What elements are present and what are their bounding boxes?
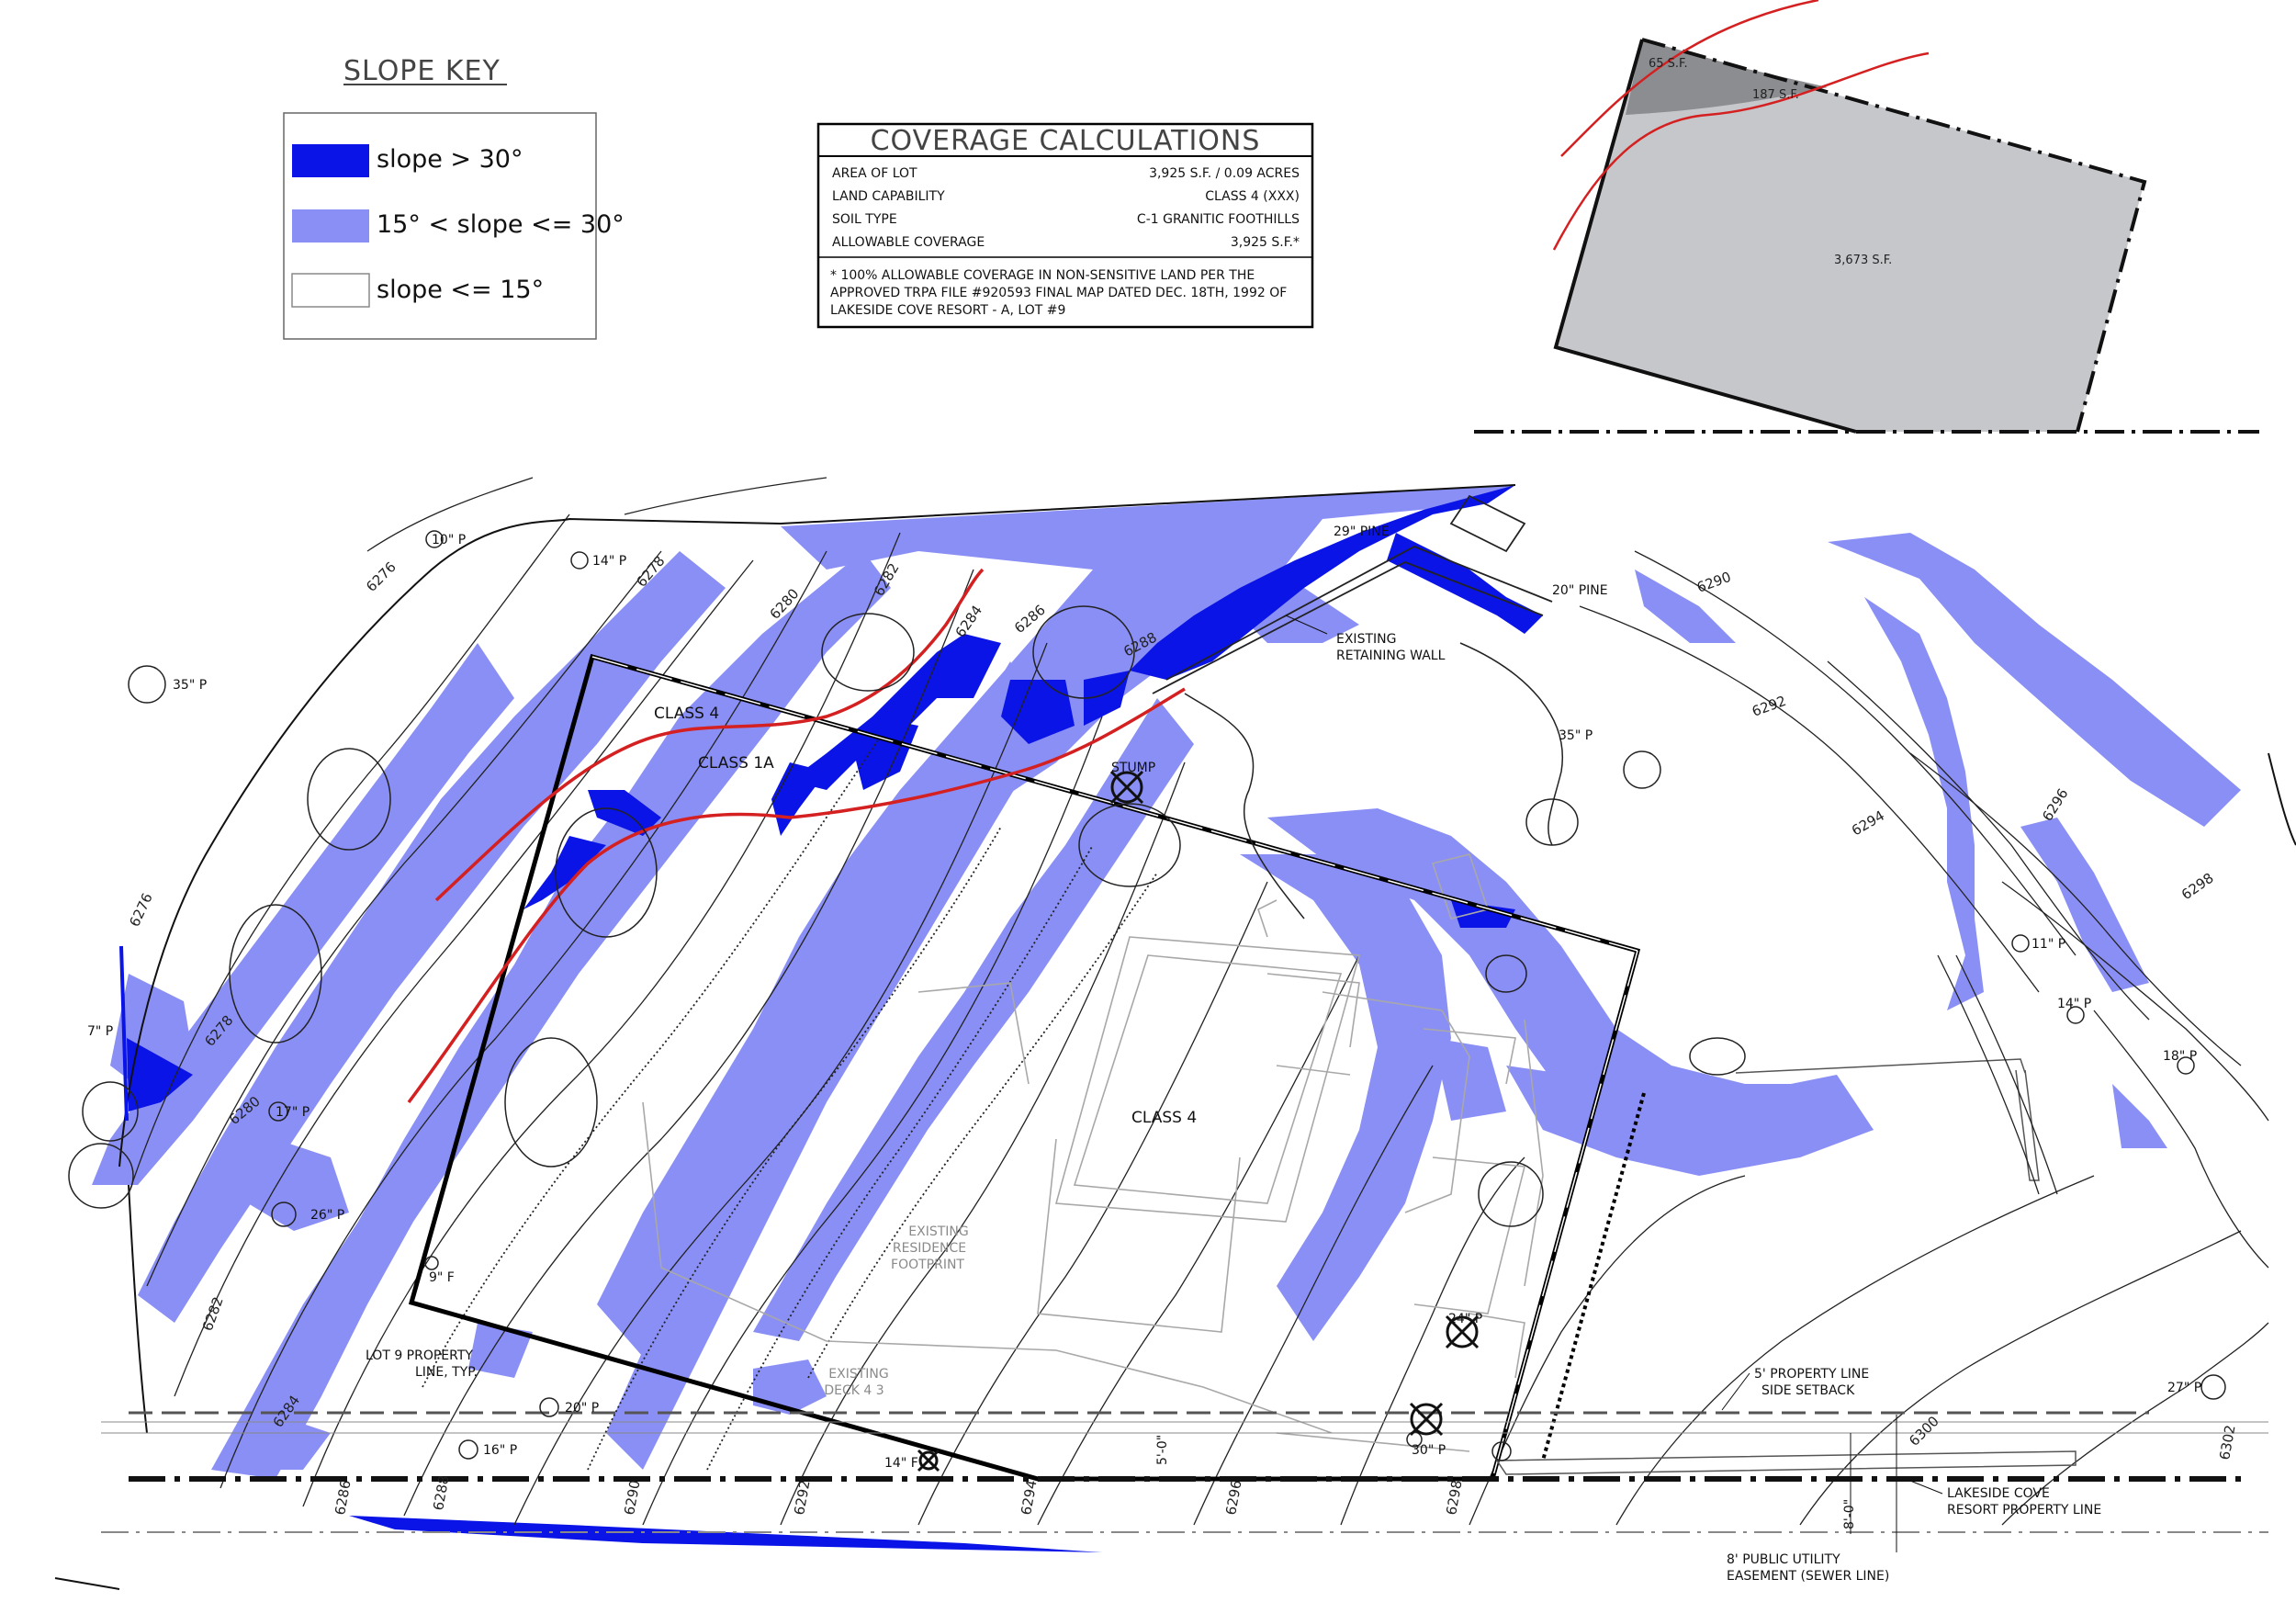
- residence-label: RESIDENCE: [893, 1241, 966, 1256]
- retaining-wall-label: RETAINING WALL: [1336, 649, 1446, 663]
- inset-area-a: 65 S.F.: [1649, 57, 1688, 71]
- contour-label: 6296: [2039, 785, 2072, 824]
- lot-property-line-label: LOT 9 PROPERTY: [366, 1348, 473, 1363]
- coverage-row-value: CLASS 4 (XXX): [1205, 189, 1300, 204]
- coverage-note-line: LAKESIDE COVE RESORT - A, LOT #9: [830, 303, 1065, 318]
- coverage-row-label: ALLOWABLE COVERAGE: [832, 235, 985, 250]
- slope-key-label-moderate: 15° < slope <= 30°: [377, 210, 625, 239]
- class-4-label: CLASS 4: [654, 705, 719, 723]
- class-4-label: CLASS 4: [1131, 1109, 1197, 1127]
- contour-label: 6276: [126, 890, 155, 929]
- contour-label: 6300: [1906, 1413, 1942, 1450]
- tree-label: 10" P: [432, 533, 466, 547]
- stump-label: STUMP: [1111, 761, 1155, 775]
- tree-label: 14" F: [884, 1456, 918, 1471]
- deck-label: EXISTING: [828, 1367, 888, 1382]
- contour-label: 6298: [2178, 870, 2217, 904]
- coverage-note-line: APPROVED TRPA FILE #920593 FINAL MAP DAT…: [830, 286, 1287, 300]
- resort-property-line-label: LAKESIDE COVE: [1947, 1486, 2050, 1501]
- tree-label: 16" P: [483, 1443, 517, 1458]
- tree-label: 27" P: [2167, 1381, 2201, 1395]
- contour-label: 6292: [1750, 693, 1788, 720]
- slope-key-title: SLOPE KEY: [343, 55, 501, 87]
- inset-area-b: 187 S.F.: [1752, 88, 1799, 102]
- easement-label: 8' PUBLIC UTILITY: [1727, 1552, 1840, 1567]
- contour-label: 6290: [1694, 569, 1733, 596]
- site-plan-sheet: SLOPE KEY slope > 30° 15° < slope <= 30°…: [54, 0, 2296, 1590]
- tree-label: 17" P: [276, 1105, 310, 1120]
- class-1a-label: CLASS 1A: [698, 754, 774, 773]
- slope-swatch-steep: [292, 144, 369, 177]
- tree-label: 26" P: [310, 1208, 344, 1223]
- contour-label: 6294: [1849, 807, 1887, 840]
- slope-key-label-flat: slope <= 15°: [377, 276, 544, 304]
- coverage-title: COVERAGE CALCULATIONS: [871, 125, 1261, 157]
- contour-label: 6282: [199, 1294, 227, 1333]
- contour-label: 6292: [791, 1479, 813, 1517]
- lot-property-line-label: LINE, TYP.: [415, 1365, 478, 1380]
- resort-property-line-label: RESORT PROPERTY LINE: [1947, 1503, 2101, 1517]
- inset-area-c: 3,673 S.F.: [1834, 254, 1892, 267]
- coverage-inset-diagram: 65 S.F. 187 S.F. 3,673 S.F.: [1474, 0, 2259, 434]
- property-setback-lines: [54, 954, 2268, 1590]
- dimension-label: 5'-0": [1155, 1435, 1170, 1465]
- coverage-row-value: 3,925 S.F.*: [1231, 235, 1300, 250]
- residence-label: FOOTPRINT: [891, 1258, 964, 1272]
- easement-label: EASEMENT (SEWER LINE): [1727, 1569, 1889, 1584]
- contour-label: 6276: [363, 558, 400, 595]
- site-plan: 10" P 14" P 35" P 29" PINE 20" PINE 35" …: [54, 477, 2296, 1590]
- slope-key-label-steep: slope > 30°: [377, 145, 523, 174]
- tree-label: 35" P: [173, 678, 207, 693]
- deck-label: DECK 4 3: [824, 1383, 884, 1398]
- coverage-row-value: 3,925 S.F. / 0.09 ACRES: [1149, 166, 1300, 181]
- contour-label: 6302: [2216, 1424, 2238, 1461]
- contour-label: 6294: [1018, 1479, 1040, 1517]
- tree-label: 24" P: [1448, 1312, 1482, 1326]
- tree-label: 20" PINE: [1552, 583, 1608, 598]
- slope-key: SLOPE KEY slope > 30° 15° < slope <= 30°…: [283, 55, 625, 340]
- tree-label: 20" P: [565, 1401, 599, 1416]
- contour-label: 6290: [621, 1479, 643, 1517]
- coverage-row-label: LAND CAPABILITY: [832, 189, 945, 204]
- contour-label: 6298: [1443, 1479, 1465, 1517]
- tree-label: 18" P: [2163, 1049, 2197, 1064]
- contour-label: 6286: [332, 1479, 354, 1517]
- coverage-calculations-table: COVERAGE CALCULATIONS AREA OF LOT 3,925 …: [816, 122, 1314, 329]
- contour-label: 6296: [1222, 1479, 1244, 1517]
- slope-swatch-flat: [291, 273, 370, 308]
- slope-swatch-moderate: [292, 209, 369, 243]
- retaining-wall-label: EXISTING: [1336, 632, 1396, 647]
- residence-label: EXISTING: [908, 1224, 968, 1239]
- setback-label: SIDE SETBACK: [1761, 1383, 1855, 1398]
- setback-label: 5' PROPERTY LINE: [1754, 1367, 1869, 1382]
- tree-label: 7" P: [87, 1024, 113, 1039]
- tree-label: 9" F: [429, 1270, 455, 1285]
- coverage-row-label: AREA OF LOT: [832, 166, 917, 181]
- moderate-slope-zones: [92, 485, 2241, 1479]
- dimension-label: 8'-0": [1842, 1499, 1857, 1529]
- coverage-note-line: * 100% ALLOWABLE COVERAGE IN NON-SENSITI…: [830, 268, 1255, 283]
- coverage-row-label: SOIL TYPE: [832, 212, 897, 227]
- tree-label: 29" PINE: [1334, 525, 1390, 539]
- tree-label: 35" P: [1559, 728, 1593, 743]
- tree-label: 14" P: [2057, 997, 2091, 1011]
- tree-label: 14" P: [592, 554, 626, 569]
- coverage-row-value: C-1 GRANITIC FOOTHILLS: [1137, 212, 1300, 227]
- tree-label: 30" P: [1412, 1443, 1446, 1458]
- tree-label: 11" P: [2032, 937, 2065, 952]
